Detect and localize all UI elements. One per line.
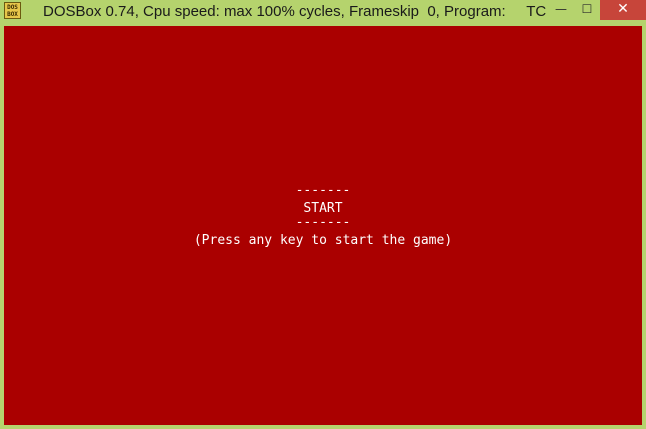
dos-screen[interactable]: ------- START ------- (Press any key to … — [4, 26, 642, 425]
dosbox-window: DOS BOX DOSBox 0.74, Cpu speed: max 100%… — [0, 0, 646, 429]
top-divider: ------- — [295, 183, 351, 198]
maximize-button[interactable]: ☐ — [574, 0, 600, 20]
start-label: START — [303, 201, 343, 216]
dosbox-icon-label: DOS BOX — [7, 4, 18, 18]
press-key-prompt: (Press any key to start the game) — [193, 233, 453, 248]
title-bar[interactable]: DOS BOX DOSBox 0.74, Cpu speed: max 100%… — [0, 0, 646, 24]
close-button[interactable]: ✕ — [600, 0, 646, 20]
bottom-divider: ------- — [295, 215, 351, 230]
minimize-button[interactable]: — — [548, 0, 574, 20]
dosbox-icon[interactable]: DOS BOX — [4, 2, 21, 19]
window-title: DOSBox 0.74, Cpu speed: max 100% cycles,… — [43, 3, 547, 20]
